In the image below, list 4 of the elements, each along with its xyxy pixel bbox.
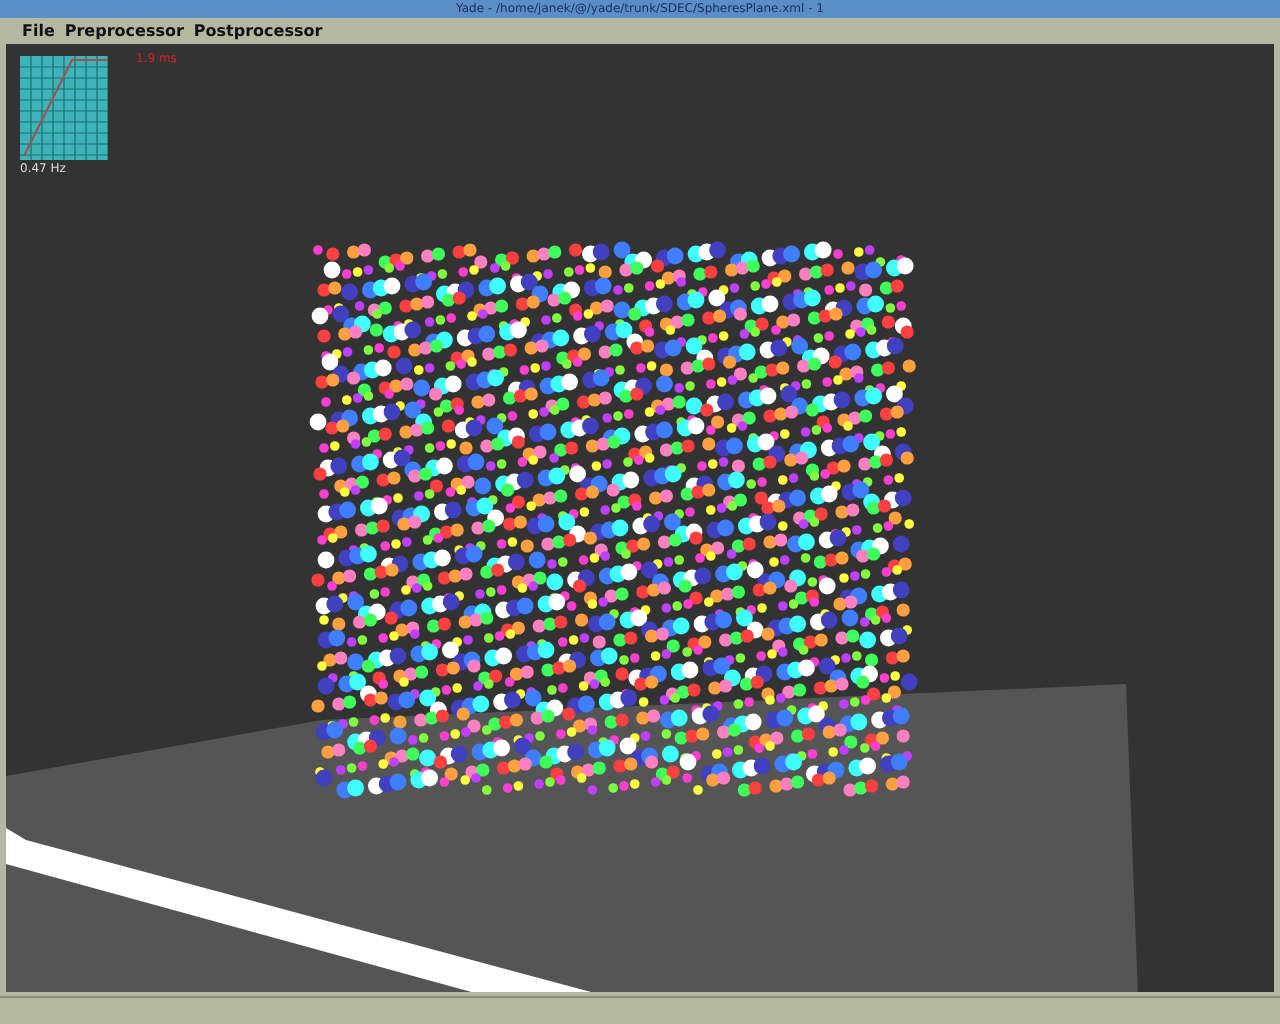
menu-item[interactable]: Postprocessor — [193, 22, 323, 40]
menu-item[interactable]: Preprocessor — [64, 22, 184, 40]
menu-item[interactable]: File — [22, 22, 55, 40]
line-graph-drawing — [20, 56, 108, 160]
